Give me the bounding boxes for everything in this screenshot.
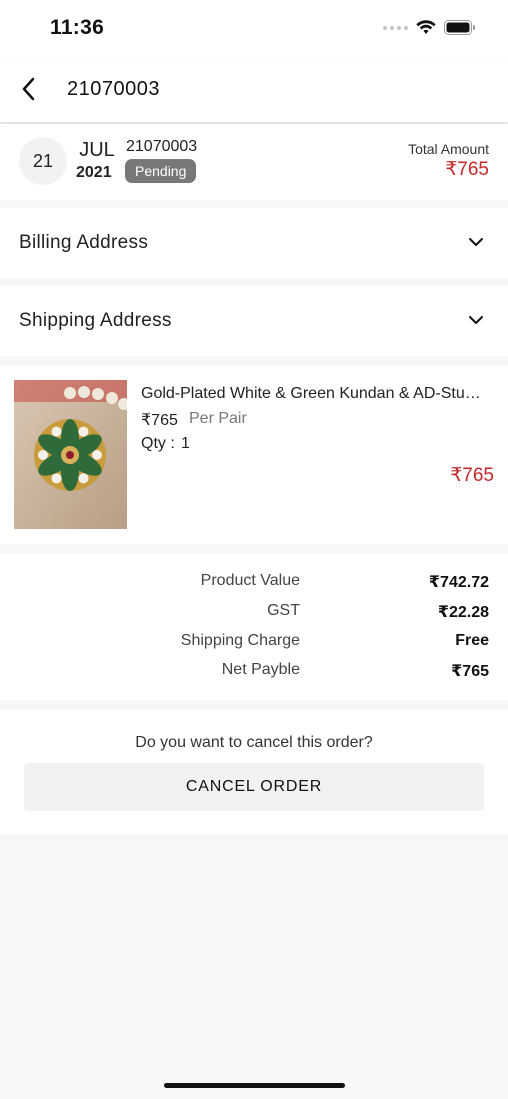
nav-bar: 21070003	[0, 58, 508, 122]
summary-value: ₹742.72	[428, 574, 489, 591]
summary-value: ₹22.28	[437, 604, 489, 621]
order-year: 2021	[76, 164, 112, 181]
product-total: ₹765	[450, 465, 494, 486]
status-badge: Pending	[125, 159, 197, 183]
status-icons	[383, 20, 476, 35]
back-button[interactable]	[14, 75, 42, 103]
status-time: 11:36	[50, 16, 105, 39]
cancel-order-section: Do you want to cancel this order? CANCEL…	[0, 710, 508, 834]
signal-icon	[383, 25, 408, 30]
summary-row: Product Value ₹742.72	[0, 572, 508, 596]
product-price: ₹765	[141, 412, 178, 429]
billing-address-toggle[interactable]: Billing Address	[0, 208, 508, 278]
summary-label: Product Value	[200, 572, 300, 589]
total-amount-label: Total Amount	[408, 141, 489, 157]
status-bar: 11:36	[0, 0, 508, 58]
shipping-address-label: Shipping Address	[19, 310, 172, 331]
battery-icon	[444, 20, 475, 35]
product-name: Gold-Plated White & Green Kundan & AD-St…	[141, 385, 487, 402]
quantity-label: Qty :	[141, 435, 175, 452]
summary-label: Shipping Charge	[180, 632, 300, 649]
summary-row: GST ₹22.28	[0, 602, 508, 626]
product-unit: Per Pair	[189, 410, 247, 427]
summary-label: GST	[267, 602, 300, 619]
price-summary: Product Value ₹742.72 GST ₹22.28 Shippin…	[0, 554, 508, 700]
cancel-order-button[interactable]: CANCEL ORDER	[24, 763, 484, 811]
cancel-question: Do you want to cancel this order?	[135, 734, 373, 751]
summary-row: Shipping Charge Free	[0, 632, 508, 656]
product-image	[14, 380, 127, 529]
summary-value: ₹765	[451, 663, 489, 680]
chevron-down-icon	[469, 238, 483, 246]
order-day: 21	[19, 137, 67, 185]
billing-address-label: Billing Address	[19, 232, 149, 253]
shipping-address-toggle[interactable]: Shipping Address	[0, 286, 508, 356]
home-indicator[interactable]	[164, 1083, 345, 1088]
page-title: 21070003	[67, 78, 160, 100]
total-amount-value: ₹765	[445, 159, 489, 180]
summary-label: Net Payble	[221, 661, 300, 678]
summary-value: Free	[455, 632, 489, 649]
quantity-value: 1	[181, 435, 190, 452]
order-number: 21070003	[126, 138, 198, 155]
chevron-down-icon	[469, 316, 483, 324]
order-summary-card: 21 JUL 2021 21070003 Pending Total Amoun…	[0, 124, 508, 200]
product-item[interactable]: Gold-Plated White & Green Kundan & AD-St…	[0, 366, 508, 544]
summary-row: Net Payble ₹765	[0, 661, 508, 685]
chevron-left-icon	[22, 77, 35, 101]
wifi-icon	[416, 20, 436, 34]
order-month: JUL	[79, 139, 115, 161]
